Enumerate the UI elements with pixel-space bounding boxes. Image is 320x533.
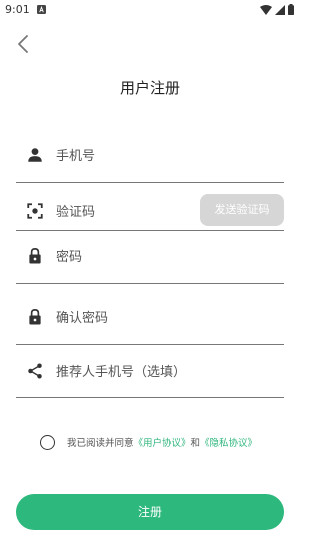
scan-focus-icon (27, 203, 43, 219)
register-button[interactable]: 注册 (16, 494, 284, 530)
person-icon (28, 148, 42, 162)
referrer-input[interactable] (56, 361, 256, 383)
phone-input[interactable] (56, 145, 206, 167)
chevron-left-icon[interactable] (12, 32, 36, 56)
lock-icon (29, 309, 41, 325)
referrer-field[interactable] (16, 354, 284, 398)
send-code-button[interactable]: 发送验证码 (200, 194, 284, 226)
agreement-text: 我已阅读并同意《用户协议》和《隐私协议》 (67, 435, 257, 449)
share-icon (28, 363, 42, 379)
confirm-password-input[interactable] (56, 307, 206, 329)
status-bar: 9:01 (0, 0, 300, 20)
lock-icon (29, 248, 41, 264)
status-time: 9:01 (5, 3, 30, 16)
agreement-row: 我已阅读并同意《用户协议》和《隐私协议》 (40, 432, 257, 452)
wifi-icon (260, 4, 272, 15)
battery-icon (288, 4, 294, 15)
password-field[interactable] (16, 241, 284, 284)
a-notification-icon (37, 5, 46, 14)
agreement-radio[interactable] (40, 434, 55, 450)
code-input[interactable] (56, 201, 196, 223)
privacy-agreement-link[interactable]: 《隐私协议》 (200, 438, 257, 449)
agreement-prefix: 我已阅读并同意 (67, 438, 134, 449)
phone-field[interactable] (16, 140, 284, 183)
user-agreement-link[interactable]: 《用户协议》 (134, 438, 191, 449)
status-icons (260, 4, 294, 15)
confirm-password-field[interactable] (16, 300, 284, 345)
page-title: 用户注册 (119, 79, 180, 97)
agreement-and: 和 (190, 438, 201, 449)
password-input[interactable] (56, 246, 206, 268)
signal-icon (275, 4, 285, 15)
